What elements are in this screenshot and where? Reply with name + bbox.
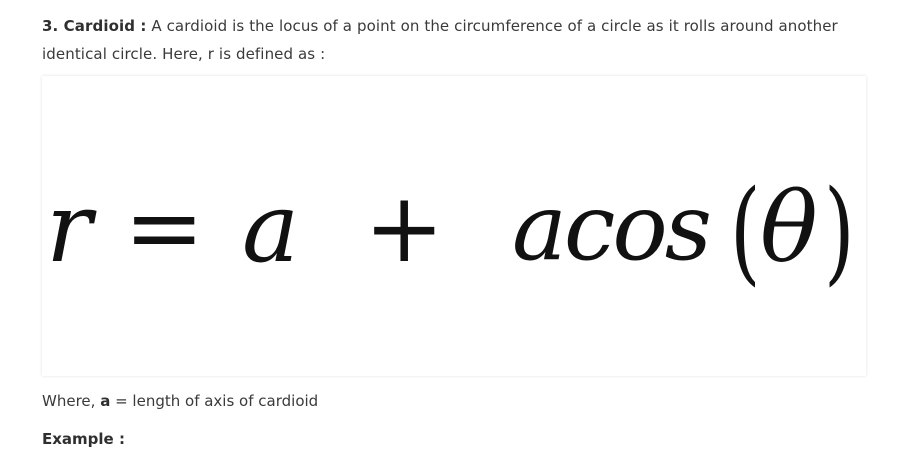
where-definition: = length of axis of cardioid — [115, 392, 319, 410]
where-variable: a — [100, 392, 111, 410]
section-heading: 3. Cardioid : — [42, 17, 147, 35]
where-prefix: Where, — [42, 392, 96, 410]
section-description: A cardioid is the locus of a point on th… — [42, 17, 838, 63]
formula-theta: θ — [760, 172, 818, 284]
formula-close-paren: ) — [824, 167, 855, 297]
where-line: Where, a = length of axis of cardioid — [42, 389, 318, 413]
formula-a: a — [242, 172, 300, 284]
formula-plus: + — [364, 172, 445, 284]
formula-image: r = a + acos ( θ ) — [42, 76, 866, 376]
formula-r: r — [46, 172, 92, 284]
formula-acos: acos — [512, 174, 712, 281]
formula-equals: = — [124, 172, 205, 284]
formula-open-paren: ( — [730, 167, 761, 297]
intro-paragraph: 3. Cardioid : A cardioid is the locus of… — [42, 12, 872, 68]
cardioid-formula: r = a + acos ( θ ) — [42, 168, 866, 292]
example-label: Example : — [42, 430, 125, 448]
